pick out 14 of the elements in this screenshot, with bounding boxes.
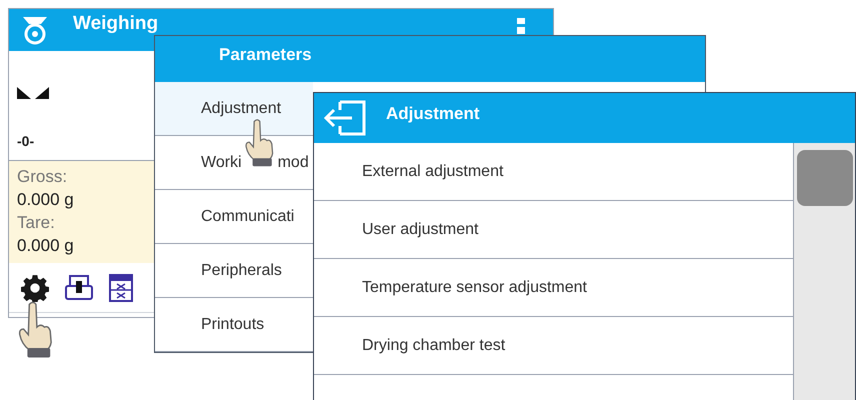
reading-value: 0.000 g <box>17 235 75 257</box>
menu-item-label: Communicati <box>201 206 294 227</box>
menu-item-label: Peripherals <box>201 260 282 281</box>
reading-label: Tare: <box>17 212 56 234</box>
menu-item-label: Worki <box>201 152 242 173</box>
reading-value: 0.000 g <box>17 189 75 211</box>
menu-item-label: mod <box>278 152 309 173</box>
menu-item-label: Adjustment <box>201 98 282 119</box>
zero-indicator: -0- <box>17 132 36 151</box>
window-title: Parameters <box>219 44 312 66</box>
reading-label: Gross: <box>17 166 68 188</box>
window-title: Weighing <box>73 12 160 36</box>
window-title: Adjustment <box>386 103 480 126</box>
menu-item-label: Printouts <box>201 314 264 335</box>
